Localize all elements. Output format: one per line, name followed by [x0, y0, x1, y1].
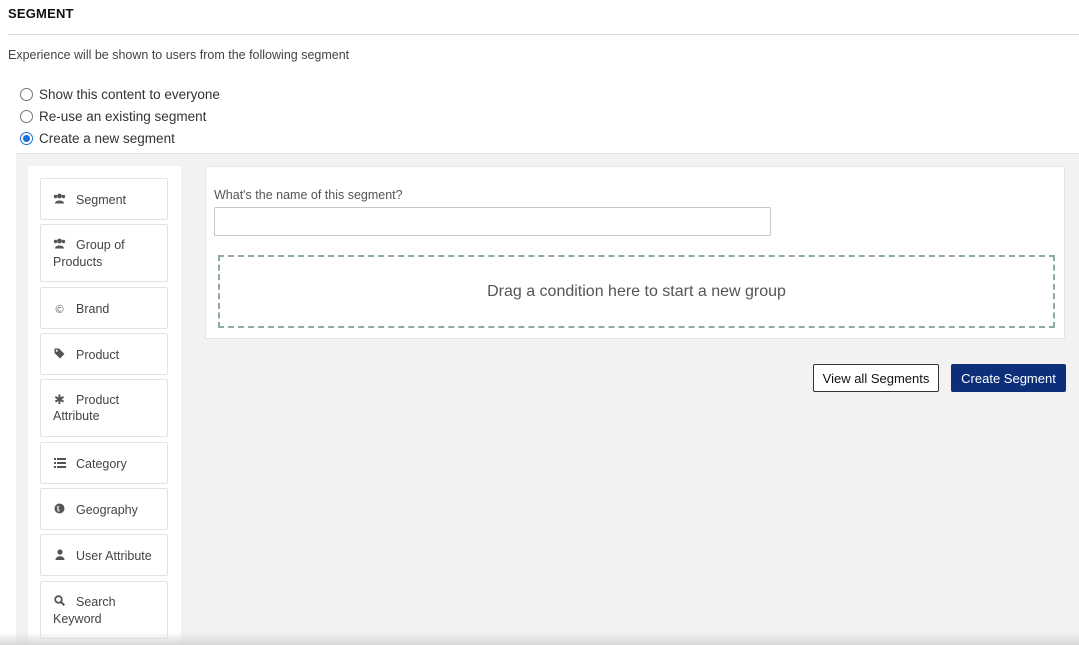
segment-description: Experience will be shown to users from t… — [8, 48, 350, 62]
condition-geography[interactable]: Geography — [40, 488, 168, 530]
condition-brand-label: Brand — [76, 302, 110, 316]
radio-everyone-label: Show this content to everyone — [39, 87, 220, 102]
create-segment-button[interactable]: Create Segment — [951, 364, 1066, 392]
radio-existing-label: Re-use an existing segment — [39, 109, 207, 124]
copyright-icon: © — [55, 304, 64, 316]
condition-product-attribute[interactable]: ✱ Product Attribute — [40, 379, 168, 437]
list-icon — [53, 457, 66, 473]
condition-geography-label: Geography — [76, 503, 138, 517]
condition-product-label: Product — [76, 348, 120, 362]
users-icon — [53, 238, 66, 254]
condition-segment[interactable]: Segment — [40, 178, 168, 220]
condition-category-label: Category — [76, 457, 127, 471]
radio-existing-circle[interactable] — [20, 110, 33, 123]
condition-brand[interactable]: © Brand — [40, 287, 168, 329]
asterisk-icon: ✱ — [54, 392, 65, 407]
radio-everyone-circle[interactable] — [20, 88, 33, 101]
condition-search-keyword[interactable]: Search Keyword — [40, 581, 168, 639]
tag-icon — [53, 348, 66, 364]
condition-palette: Segment Group of Products © Brand Product… — [28, 166, 181, 645]
condition-user-attribute-label: User Attribute — [76, 549, 152, 563]
condition-segment-label: Segment — [76, 193, 127, 207]
condition-dropzone[interactable]: Drag a condition here to start a new gro… — [218, 255, 1055, 328]
radio-existing-segment[interactable]: Re-use an existing segment — [20, 109, 206, 124]
section-title: SEGMENT — [8, 6, 74, 21]
segment-form-card: What's the name of this segment? Drag a … — [205, 166, 1065, 339]
user-icon — [53, 549, 66, 565]
radio-everyone[interactable]: Show this content to everyone — [20, 87, 220, 102]
segment-builder: Segment Group of Products © Brand Product… — [16, 153, 1079, 645]
title-divider — [8, 34, 1079, 35]
condition-category[interactable]: Category — [40, 442, 168, 484]
condition-group-of-products[interactable]: Group of Products — [40, 224, 168, 282]
view-all-segments-button[interactable]: View all Segments — [813, 364, 939, 392]
radio-new-segment[interactable]: Create a new segment — [20, 131, 175, 146]
condition-product[interactable]: Product — [40, 333, 168, 375]
users-icon — [53, 193, 66, 209]
radio-new-label: Create a new segment — [39, 131, 175, 146]
segment-name-label: What's the name of this segment? — [214, 188, 403, 202]
radio-new-circle[interactable] — [20, 132, 33, 145]
condition-user-attribute[interactable]: User Attribute — [40, 534, 168, 576]
globe-icon — [53, 503, 66, 519]
segment-name-input[interactable] — [214, 207, 771, 236]
search-icon — [53, 595, 66, 611]
dropzone-text: Drag a condition here to start a new gro… — [487, 282, 786, 300]
bottom-edge-shadow — [0, 632, 1079, 645]
